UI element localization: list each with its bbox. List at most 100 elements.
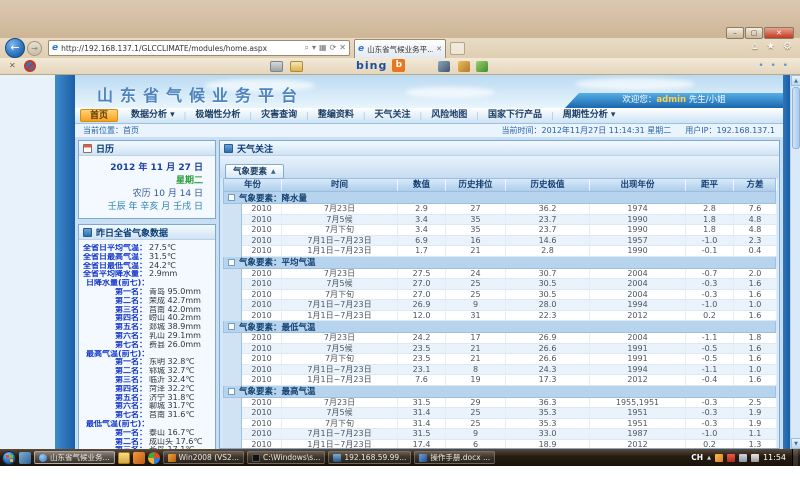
stat-value: 东明 32.8℃ xyxy=(147,358,194,367)
taskbar-task[interactable]: Win2008 (VS2... xyxy=(163,451,244,464)
task-label: Win2008 (VS2... xyxy=(179,453,239,462)
taskbar-task[interactable]: 操作手册.docx ... xyxy=(414,451,495,464)
table-row: 20107月5候23.52126.61991-0.51.6 xyxy=(242,344,776,355)
scroll-down-icon[interactable] xyxy=(791,438,800,449)
addon-icon-1[interactable] xyxy=(438,61,450,72)
taskbar-task[interactable]: C:\Windows\s... xyxy=(247,451,325,464)
table-cell: 24 xyxy=(446,269,506,279)
bing-logo[interactable]: bing xyxy=(356,59,387,72)
tab-close-icon[interactable] xyxy=(436,45,442,53)
addon-icon-2[interactable] xyxy=(458,61,470,72)
weather-stat-row: 第一名：泰山 16.7℃ xyxy=(81,429,213,438)
table-cell: -0.3 xyxy=(686,279,734,289)
table-cell: 31.4 xyxy=(398,408,446,418)
table-toolbar: 气象要素 ▲ xyxy=(220,156,779,178)
group-row[interactable]: 气象要素：降水量 xyxy=(223,192,776,204)
new-tab-button[interactable] xyxy=(450,42,465,55)
explorer-icon[interactable] xyxy=(118,452,130,464)
table-cell: 30.5 xyxy=(506,279,590,289)
system-tray: CH 11:54 xyxy=(691,453,789,462)
table-cell: 1.6 xyxy=(734,279,777,289)
group-checkbox[interactable] xyxy=(228,194,235,201)
stat-label: 全省日最高气温： xyxy=(81,253,147,262)
nav-item-risk-map[interactable]: 风险地图 xyxy=(422,109,476,122)
scrollbar-thumb[interactable] xyxy=(792,87,800,149)
dropdown-icon[interactable] xyxy=(312,41,316,55)
ie-icon xyxy=(39,454,47,462)
table-cell: 9 xyxy=(446,429,506,439)
cloud-decoration xyxy=(405,87,495,98)
group-row[interactable]: 气象要素：最低气温 xyxy=(223,321,776,333)
weather-focus-panel: 天气关注 气象要素 ▲ 年份时间数值历史排位历史极值出现年份距平方差 气象要素：… xyxy=(219,140,780,449)
maximize-button[interactable] xyxy=(745,27,763,39)
table-cell: 2010 xyxy=(242,215,282,225)
calendar-body: 2012 年 11 月 27 日星期二农历 10 月 14 日壬辰 年 辛亥 月… xyxy=(79,156,215,218)
group-row[interactable]: 气象要素：最高气温 xyxy=(223,386,776,398)
search-icon[interactable] xyxy=(305,41,309,55)
nav-item-home[interactable]: 首页 xyxy=(80,109,118,122)
browser-tab[interactable]: 山东省气候业务平... xyxy=(354,39,446,58)
group-checkbox[interactable] xyxy=(228,259,235,266)
media-player-icon[interactable] xyxy=(148,452,160,464)
weather-section-title: 日降水量(前七)： xyxy=(81,279,213,288)
table-cell: 2010 xyxy=(242,344,282,354)
volume-icon[interactable] xyxy=(751,454,759,462)
stat-value: 2.9mm xyxy=(147,270,177,279)
scroll-up-icon[interactable] xyxy=(791,75,800,86)
more-menu-icon[interactable] xyxy=(758,61,790,71)
weather-stat-row: 第七名：费县 26.0mm xyxy=(81,341,213,350)
addon-icon-3[interactable] xyxy=(476,61,488,72)
nav-item-disaster-query[interactable]: 灾害查询 xyxy=(252,109,306,122)
nav-item-data-analysis[interactable]: 数据分析 ▾ xyxy=(122,109,184,122)
taskbar-task[interactable]: 192.168.59.99... xyxy=(328,451,411,464)
pinned-orange-app-icon[interactable] xyxy=(133,452,145,464)
table-row: 20107月5候31.42535.31951-0.31.9 xyxy=(242,408,776,419)
tray-expand-icon[interactable] xyxy=(707,455,711,461)
home-icon[interactable] xyxy=(752,41,758,52)
url-text[interactable]: http://192.168.137.1/GLCCLIMATE/modules/… xyxy=(61,44,301,53)
table-cell: 1991 xyxy=(590,344,686,354)
settings-icon[interactable] xyxy=(783,41,792,52)
nav-item-periodic-analysis[interactable]: 周期性分析 ▾ xyxy=(554,109,625,122)
table-body: 气象要素：降水量20107月23日2.92736.219742.87.62010… xyxy=(223,192,776,449)
table-row: 20101月1日~7月23日7.61917.32012-0.41.6 xyxy=(242,375,776,386)
show-desktop-button[interactable] xyxy=(792,449,798,466)
pinned-app-icon[interactable] xyxy=(19,452,31,464)
nav-item-extreme-analysis[interactable]: 极端性分析 xyxy=(186,109,249,122)
start-button[interactable] xyxy=(2,451,16,465)
page-scrollbar[interactable] xyxy=(790,75,800,449)
group-checkbox[interactable] xyxy=(228,388,235,395)
compat-view-icon[interactable] xyxy=(319,41,327,55)
page-title: 山东省气候业务平台 xyxy=(97,82,304,106)
stat-value: 崂山 40.2mm xyxy=(147,314,201,323)
ime-language-indicator[interactable]: CH xyxy=(691,453,703,462)
column-header: 年份 xyxy=(224,179,282,191)
close-bar-icon[interactable] xyxy=(9,61,16,70)
nav-item-compiled-data[interactable]: 整编资料 xyxy=(309,109,363,122)
printer-icon[interactable] xyxy=(270,61,283,72)
taskbar-clock[interactable]: 11:54 xyxy=(763,453,786,462)
address-bar[interactable]: http://192.168.137.1/GLCCLIMATE/modules/… xyxy=(48,40,350,56)
stop-icon[interactable] xyxy=(339,41,346,55)
nav-item-weather-focus[interactable]: 天气关注 xyxy=(366,109,420,122)
table-cell: 2010 xyxy=(242,408,282,418)
bing-app-icon[interactable] xyxy=(392,59,405,72)
refresh-icon[interactable] xyxy=(330,41,337,55)
network-icon[interactable] xyxy=(739,454,747,462)
action-center-flag-icon[interactable] xyxy=(727,454,735,462)
group-row[interactable]: 气象要素：平均气温 xyxy=(223,257,776,269)
tray-app-icon[interactable] xyxy=(715,454,723,462)
table-cell: 1.9 xyxy=(734,408,777,418)
window-controls xyxy=(725,27,794,39)
back-button[interactable] xyxy=(5,38,25,58)
group-checkbox[interactable] xyxy=(228,323,235,330)
element-filter-button[interactable]: 气象要素 ▲ xyxy=(225,164,284,179)
minimize-button[interactable] xyxy=(726,27,744,39)
mail-icon[interactable] xyxy=(290,61,303,72)
close-button[interactable] xyxy=(764,27,794,39)
forward-button[interactable] xyxy=(27,41,42,56)
nav-item-national-products[interactable]: 国家下行产品 xyxy=(479,109,551,122)
adblock-icon[interactable] xyxy=(24,60,36,72)
favorites-icon[interactable] xyxy=(766,41,775,52)
taskbar-task[interactable]: 山东省气候业务... xyxy=(34,451,115,464)
